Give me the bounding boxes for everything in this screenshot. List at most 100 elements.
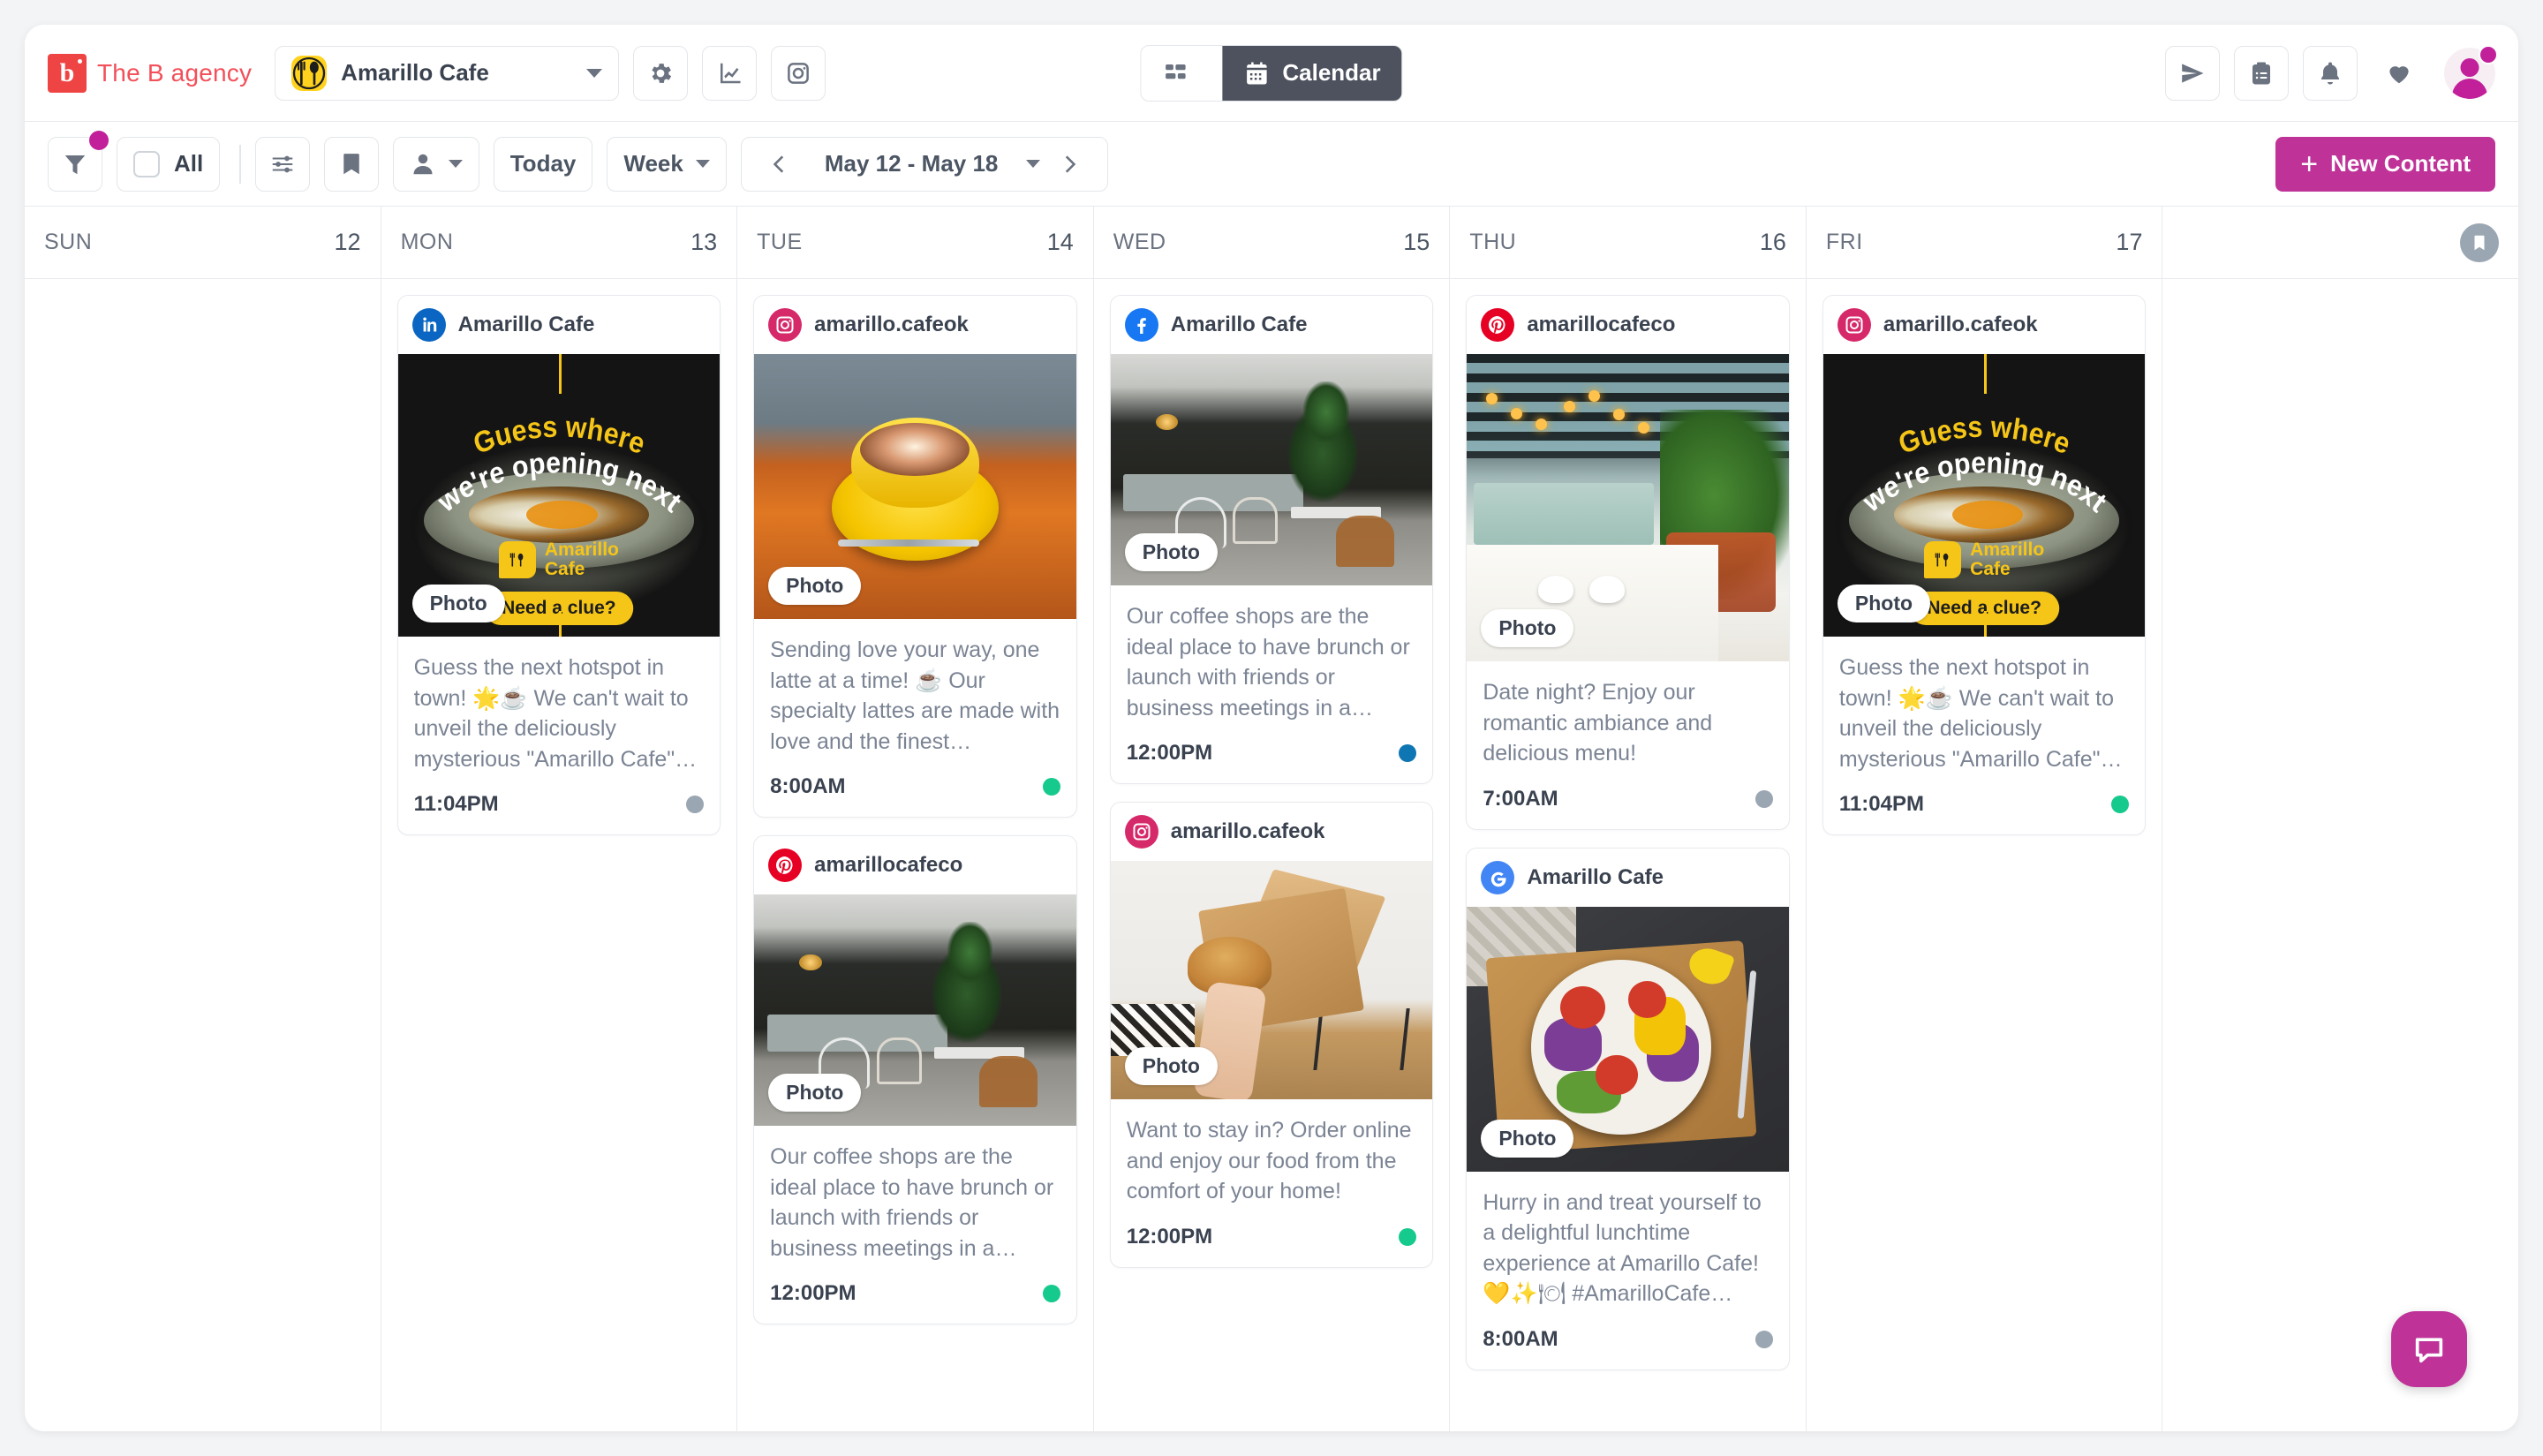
- date-range-label[interactable]: May 12 - May 18: [809, 150, 1015, 177]
- instagram-icon: [788, 62, 810, 84]
- post-card[interactable]: Amarillo Cafe Photo Hurry in and treat y…: [1466, 847, 1790, 1370]
- day-column-tue[interactable]: amarillo.cafeok Photo Sending love your …: [737, 279, 1094, 1431]
- arc-line-2: we're opening next: [1856, 445, 2112, 518]
- next-week-button[interactable]: [1040, 153, 1098, 176]
- analytics-chart-icon: [721, 63, 741, 83]
- day-column-mon[interactable]: Amarillo Cafe Guess where we're opening …: [381, 279, 738, 1431]
- chat-bubble-icon: [2415, 1338, 2443, 1363]
- post-time: 8:00AM: [770, 774, 846, 798]
- saved-posts-button[interactable]: [2460, 223, 2500, 262]
- brand-name: The B agency: [97, 58, 253, 87]
- day-header-sat: [2162, 207, 2518, 278]
- post-card[interactable]: Amarillo Cafe Photo Our coffee shops are: [1109, 295, 1434, 784]
- post-time: 11:04PM: [413, 792, 499, 816]
- post-card[interactable]: amarillocafeco Photo Our coffee shops ar…: [753, 835, 1077, 1324]
- account-name: Amarillo Cafe: [341, 59, 489, 86]
- tab-calendar-view[interactable]: Calendar: [1222, 45, 1402, 101]
- today-label: Today: [509, 150, 577, 177]
- account-selector[interactable]: Amarillo Cafe: [275, 45, 620, 101]
- notifications-button[interactable]: [2303, 45, 2358, 101]
- decor-veg: [1596, 1054, 1638, 1095]
- post-card[interactable]: amarillo.cafeok Guess where we're openin…: [1822, 295, 2147, 835]
- analytics-button[interactable]: [702, 45, 758, 101]
- post-card-footer: 11:04PM: [1823, 774, 2146, 834]
- new-content-label: New Content: [2330, 150, 2471, 177]
- all-toggle[interactable]: All: [117, 136, 221, 192]
- day-name: WED: [1113, 230, 1166, 254]
- filter-button[interactable]: [48, 130, 109, 192]
- new-content-button[interactable]: + New Content: [2275, 136, 2495, 192]
- post-card-footer: 8:00AM: [754, 757, 1076, 817]
- send-button[interactable]: [2165, 45, 2220, 101]
- chevron-left-icon: [773, 155, 783, 173]
- post-account-name: amarillo.cafeok: [1170, 819, 1325, 843]
- instagram-icon: [1124, 815, 1158, 849]
- post-time: 11:04PM: [1838, 792, 1924, 816]
- day-number: 15: [1403, 229, 1430, 255]
- decor-cup: [1537, 575, 1573, 603]
- post-time: 8:00AM: [1483, 1326, 1558, 1351]
- facebook-icon: [1124, 308, 1158, 342]
- post-card-footer: 8:00AM: [1467, 1309, 1789, 1369]
- post-card[interactable]: amarillo.cafeok Photo Want to stay in? O…: [1109, 802, 1434, 1268]
- decor-wood-chair: [979, 1056, 1038, 1108]
- fork-spoon-icon: [1924, 540, 1962, 578]
- post-time: 12:00PM: [1126, 741, 1213, 765]
- favorites-button[interactable]: [2372, 45, 2426, 101]
- tab-calendar-label: Calendar: [1282, 59, 1381, 86]
- chevron-down-icon[interactable]: [1026, 160, 1041, 168]
- avatar[interactable]: [2444, 44, 2498, 99]
- post-account-name: Amarillo Cafe: [1527, 864, 1664, 889]
- brand-logo[interactable]: b The B agency: [48, 53, 253, 93]
- bookmark-icon: [2474, 235, 2485, 250]
- day-column-wed[interactable]: Amarillo Cafe Photo Our coffee shops are: [1094, 279, 1451, 1431]
- day-column-fri[interactable]: amarillo.cafeok Guess where we're openin…: [1807, 279, 2163, 1431]
- post-text: Guess the next hotspot in town! 🌟☕ We ca…: [413, 655, 698, 772]
- display-settings-button[interactable]: [254, 136, 310, 192]
- calendar-header-row: SUN 12 MON 13 TUE 14 WED 15 THU 16 FRI 1…: [25, 207, 2518, 279]
- post-card-footer: 12:00PM: [754, 1264, 1076, 1324]
- bookmark-filter-button[interactable]: [323, 136, 379, 192]
- overlay-logo-line2: Cafe: [544, 558, 585, 579]
- day-header-tue: TUE 14: [737, 207, 1094, 278]
- day-column-sun[interactable]: [25, 279, 381, 1431]
- send-icon: [2182, 63, 2204, 83]
- decor-veg: [1560, 985, 1606, 1029]
- plus-icon: +: [2300, 147, 2319, 181]
- funnel-icon: [64, 155, 86, 174]
- post-image: Guess where we're opening next Amarillo …: [397, 354, 721, 637]
- post-card-header: Amarillo Cafe: [398, 296, 721, 354]
- decor-veg: [1627, 980, 1667, 1018]
- decor-wood-chair: [1335, 516, 1394, 568]
- settings-button[interactable]: [633, 45, 689, 101]
- post-status-dot: [1399, 744, 1417, 762]
- post-card-footer: 7:00AM: [1467, 769, 1789, 829]
- help-chat-button[interactable]: [2391, 1311, 2467, 1387]
- chevron-down-icon: [695, 160, 710, 168]
- post-card[interactable]: Amarillo Cafe Guess where we're opening …: [396, 295, 721, 835]
- post-type-tag: Photo: [768, 1074, 862, 1112]
- tasks-button[interactable]: [2234, 45, 2289, 101]
- today-button[interactable]: Today: [493, 136, 593, 192]
- post-type-tag: Photo: [1481, 609, 1574, 647]
- tab-grid-view[interactable]: [1141, 46, 1222, 101]
- day-column-thu[interactable]: amarillocafeco Photo Date night? Enjoy o…: [1450, 279, 1807, 1431]
- post-card[interactable]: amarillocafeco Photo Date night? Enjoy o…: [1466, 295, 1790, 830]
- decor-line: [558, 611, 562, 637]
- day-name: SUN: [44, 230, 93, 254]
- post-card[interactable]: amarillo.cafeok Photo Sending love your …: [753, 295, 1077, 818]
- prev-week-button[interactable]: [751, 153, 809, 176]
- all-checkbox[interactable]: [133, 150, 160, 177]
- post-type-tag: Photo: [768, 567, 862, 605]
- post-type-tag: Photo: [1837, 585, 1931, 622]
- instagram-button[interactable]: [771, 45, 826, 101]
- decor-plant-2: [1303, 381, 1349, 442]
- filter-bar: All Today Week May 12 - May 18 + New Con…: [25, 122, 2518, 207]
- day-name: MON: [400, 230, 454, 254]
- instagram-icon: [768, 308, 803, 342]
- period-selector[interactable]: Week: [607, 136, 727, 192]
- decor-plant-2: [947, 922, 992, 983]
- toolbar-divider: [239, 144, 241, 184]
- day-column-sat[interactable]: [2162, 279, 2518, 1431]
- user-filter-button[interactable]: [392, 136, 479, 192]
